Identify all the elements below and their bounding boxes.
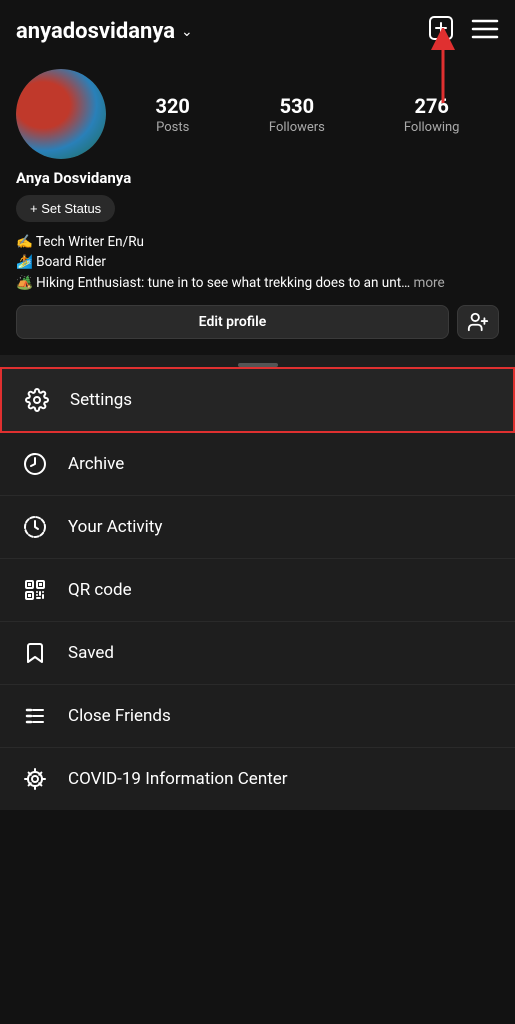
- avatar[interactable]: [16, 69, 106, 159]
- sheet-handle: [0, 355, 515, 367]
- bio-more-link[interactable]: more: [414, 275, 445, 291]
- hamburger-menu-icon[interactable]: [471, 17, 499, 47]
- chevron-down-icon[interactable]: ⌄: [181, 24, 193, 40]
- stats-group: 320 Posts 530 Followers 276 Following: [116, 94, 499, 135]
- menu-item-activity[interactable]: Your Activity: [0, 496, 515, 559]
- close-friends-icon: [22, 703, 48, 729]
- covid-label: COVID-19 Information Center: [68, 769, 288, 789]
- menu-item-close-friends[interactable]: Close Friends: [0, 685, 515, 748]
- bio-line-3: 🏕️ Hiking Enthusiast: tune in to see wha…: [16, 273, 499, 293]
- add-person-button[interactable]: [457, 305, 499, 339]
- followers-stat[interactable]: 530 Followers: [269, 94, 325, 135]
- add-post-icon[interactable]: [427, 14, 455, 49]
- qr-icon: [22, 577, 48, 603]
- qr-label: QR code: [68, 580, 132, 600]
- bio-line-1: ✍️ Tech Writer En/Ru: [16, 232, 499, 252]
- posts-count: 320: [155, 94, 189, 118]
- archive-label: Archive: [68, 454, 124, 474]
- covid-icon: [22, 766, 48, 792]
- header: anyadosvidanya ⌄: [0, 0, 515, 59]
- header-right: [427, 14, 499, 49]
- bio-section: ✍️ Tech Writer En/Ru 🏄 Board Rider 🏕️ Hi…: [16, 232, 499, 293]
- posts-label: Posts: [156, 120, 189, 135]
- bio-line-2: 🏄 Board Rider: [16, 252, 499, 272]
- activity-icon: [22, 514, 48, 540]
- bookmark-icon: [22, 640, 48, 666]
- profile-name: Anya Dosvidanya: [16, 169, 499, 187]
- header-left: anyadosvidanya ⌄: [16, 19, 193, 44]
- followers-count: 530: [280, 94, 314, 118]
- posts-stat[interactable]: 320 Posts: [155, 94, 189, 135]
- following-stat[interactable]: 276 Following: [404, 94, 460, 135]
- username-label[interactable]: anyadosvidanya: [16, 19, 175, 44]
- menu-item-archive[interactable]: Archive: [0, 433, 515, 496]
- set-status-button[interactable]: + Set Status: [16, 195, 115, 222]
- activity-label: Your Activity: [68, 517, 162, 537]
- edit-profile-button[interactable]: Edit profile: [16, 305, 449, 339]
- avatar-image: [16, 69, 106, 159]
- set-status-label: + Set Status: [30, 201, 101, 216]
- menu-item-covid[interactable]: COVID-19 Information Center: [0, 748, 515, 810]
- menu-item-qr[interactable]: QR code: [0, 559, 515, 622]
- close-friends-label: Close Friends: [68, 706, 171, 726]
- profile-stats-row: 320 Posts 530 Followers 276 Following: [16, 69, 499, 159]
- following-label: Following: [404, 120, 460, 135]
- settings-icon: [24, 387, 50, 413]
- action-buttons: Edit profile: [16, 305, 499, 339]
- saved-label: Saved: [68, 643, 114, 663]
- menu-item-settings[interactable]: Settings: [0, 367, 515, 433]
- followers-label: Followers: [269, 120, 325, 135]
- menu-item-saved[interactable]: Saved: [0, 622, 515, 685]
- settings-label: Settings: [70, 390, 132, 410]
- profile-section: 320 Posts 530 Followers 276 Following An…: [0, 59, 515, 351]
- archive-icon: [22, 451, 48, 477]
- following-count: 276: [414, 94, 448, 118]
- menu-sheet: Settings Archive Your Activity: [0, 367, 515, 810]
